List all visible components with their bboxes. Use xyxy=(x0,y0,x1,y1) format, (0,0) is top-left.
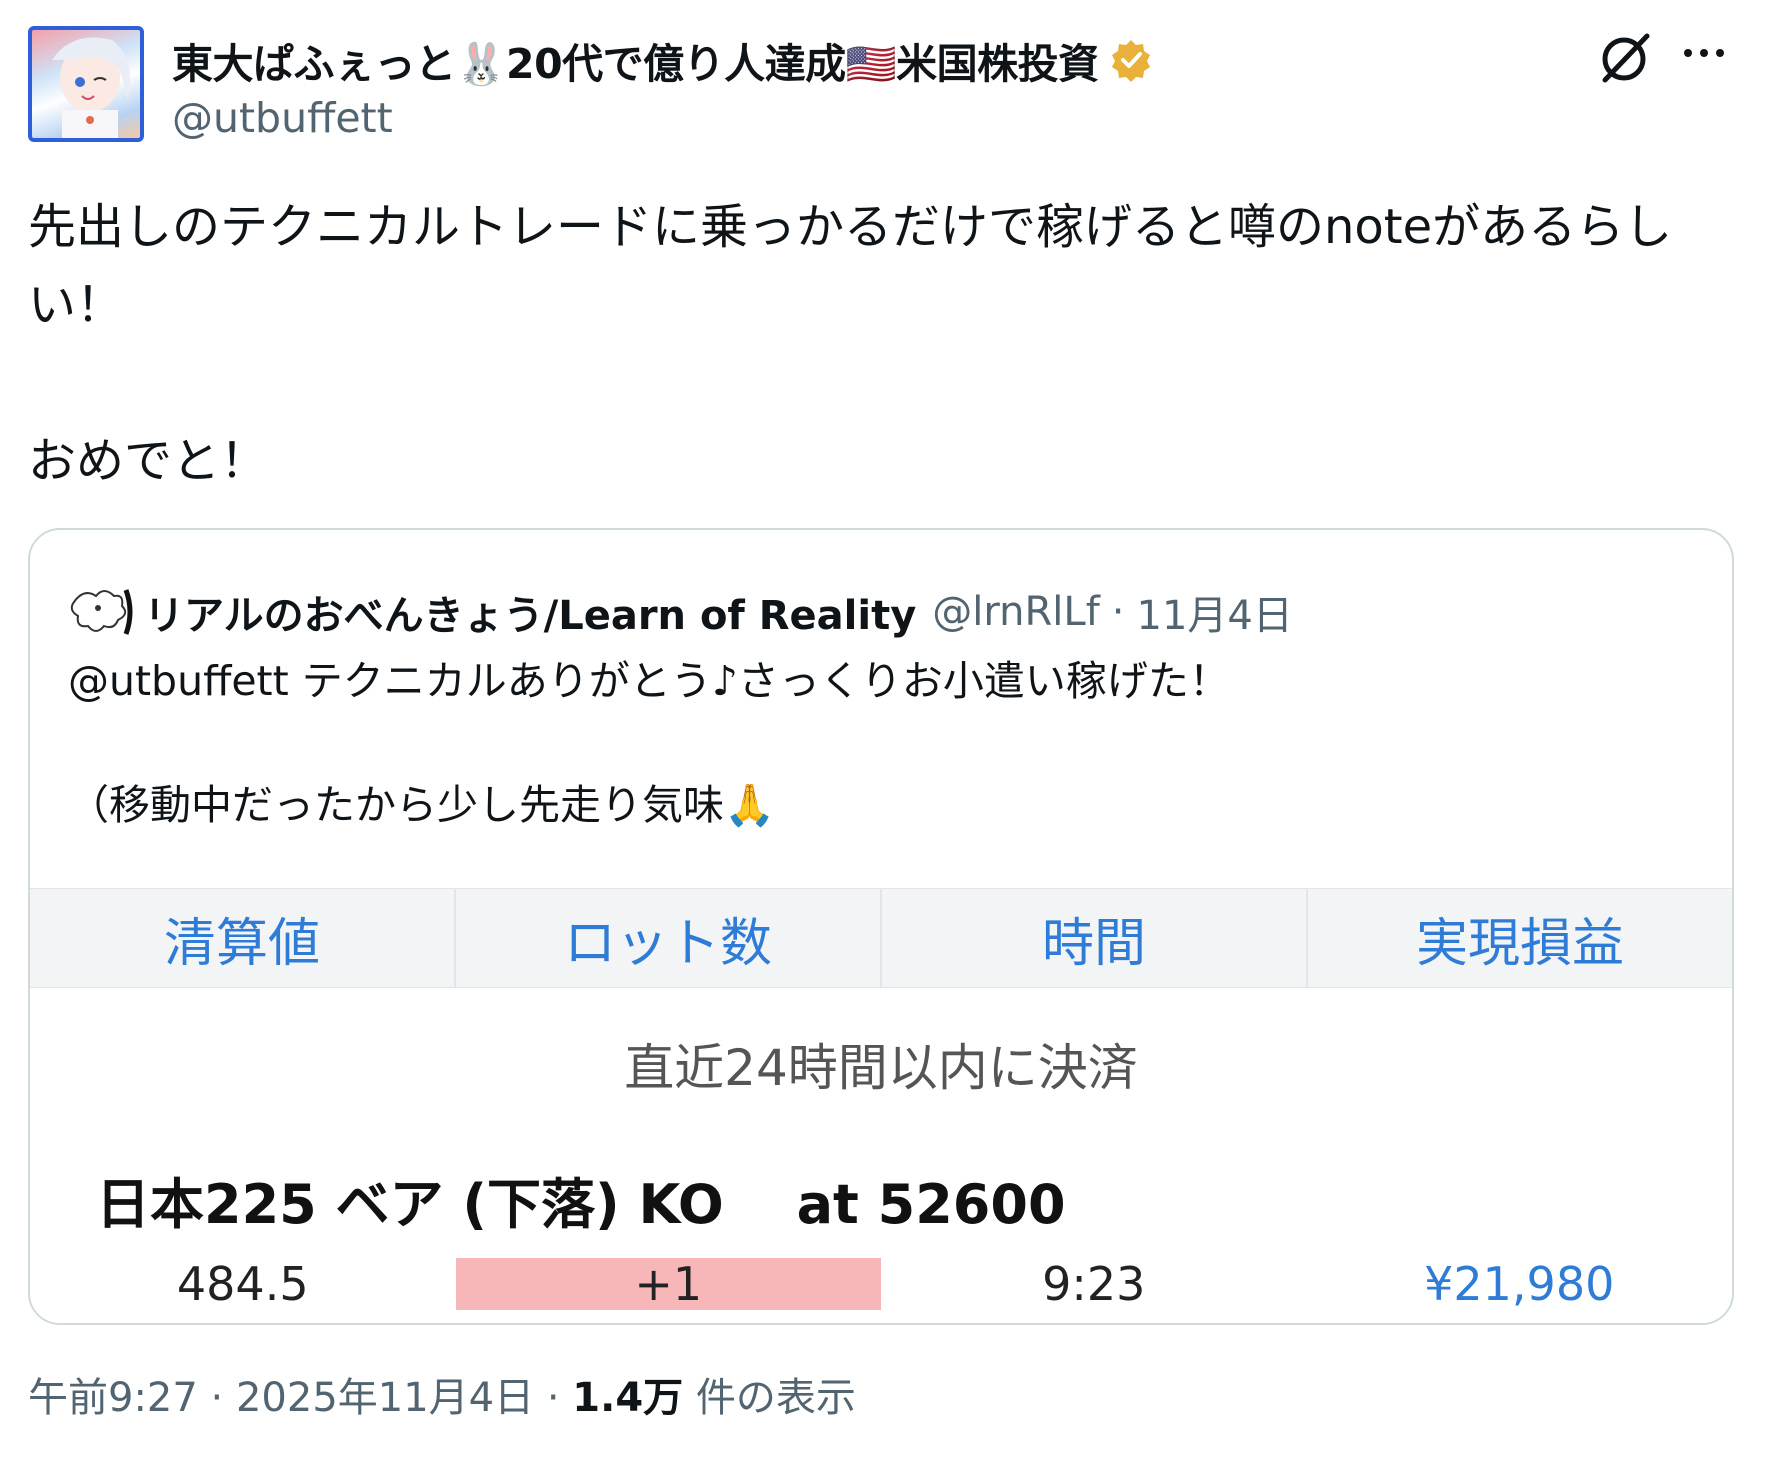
trade-screenshot[interactable]: 清算値 ロット数 時間 実現損益 直近24時間以内に決済 日本225 ベア (下… xyxy=(30,888,1732,1325)
divider xyxy=(30,1323,1732,1325)
author-name[interactable]: 東大ぱふぇっと🐰20代で億り人達成🇺🇸米国株投資 xyxy=(172,30,1153,90)
quoted-author-avatar xyxy=(68,582,134,642)
column-settlement: 清算値 xyxy=(30,889,456,987)
author-handle[interactable]: @utbuffett xyxy=(172,94,393,142)
tweet-meta: 午前9:27 · 2025年11月4日 · 1.4万 件の表示 xyxy=(28,1365,856,1423)
views-label: 件の表示 xyxy=(683,1375,856,1421)
meta-separator: · xyxy=(534,1375,573,1421)
section-label: 直近24時間以内に決済 xyxy=(624,1039,1138,1097)
quoted-author-handle: @lrnRlLf xyxy=(932,589,1100,635)
more-icon[interactable] xyxy=(1680,38,1728,68)
time-value: 9:23 xyxy=(1042,1257,1146,1311)
pnl-value: ¥21,980 xyxy=(1424,1257,1615,1311)
tweet-text: 先出しのテクニカルトレードに乗っかるだけで稼げると噂のnoteがあるらしい！ お… xyxy=(28,199,1673,489)
column-time: 時間 xyxy=(882,889,1308,987)
column-lots: ロット数 xyxy=(456,889,882,987)
instrument-name: 日本225 ベア (下落) KO at 52600 xyxy=(96,1173,1066,1236)
author-avatar[interactable] xyxy=(28,26,144,142)
quoted-separator: · xyxy=(1111,589,1125,635)
lot-value: +1 xyxy=(455,1257,881,1311)
trade-table-header: 清算値 ロット数 時間 実現損益 xyxy=(30,888,1732,988)
quoted-tweet-text: @utbuffett テクニカルありがとう♪さっくりお小遣い稼げた！ （移動中だ… xyxy=(68,657,1230,829)
quoted-author-name: リアルのおべんきょう/Learn of Reality xyxy=(144,593,917,639)
post-date[interactable]: 2025年11月4日 xyxy=(236,1375,534,1421)
quoted-date: 11月4日 xyxy=(1136,593,1293,639)
views-count[interactable]: 1.4万 xyxy=(572,1375,683,1421)
settlement-value: 484.5 xyxy=(176,1257,309,1311)
avatar-image xyxy=(52,37,130,138)
column-pnl: 実現損益 xyxy=(1415,913,1624,974)
author-display-name: 東大ぱふぇっと🐰20代で億り人達成🇺🇸米国株投資 xyxy=(172,40,1099,88)
meta-separator: · xyxy=(197,1375,236,1421)
post-time[interactable]: 午前9:27 xyxy=(28,1375,198,1421)
quoted-tweet-header: リアルのおべんきょう/Learn of Reality @lrnRlLf · 1… xyxy=(68,582,1293,642)
verified-badge-icon xyxy=(1109,38,1153,82)
trade-row: 484.5 +1 9:23 ¥21,980 xyxy=(30,1257,1732,1311)
quoted-tweet-card[interactable]: リアルのおべんきょう/Learn of Reality @lrnRlLf · 1… xyxy=(28,528,1734,1325)
grok-icon[interactable] xyxy=(1595,30,1653,88)
